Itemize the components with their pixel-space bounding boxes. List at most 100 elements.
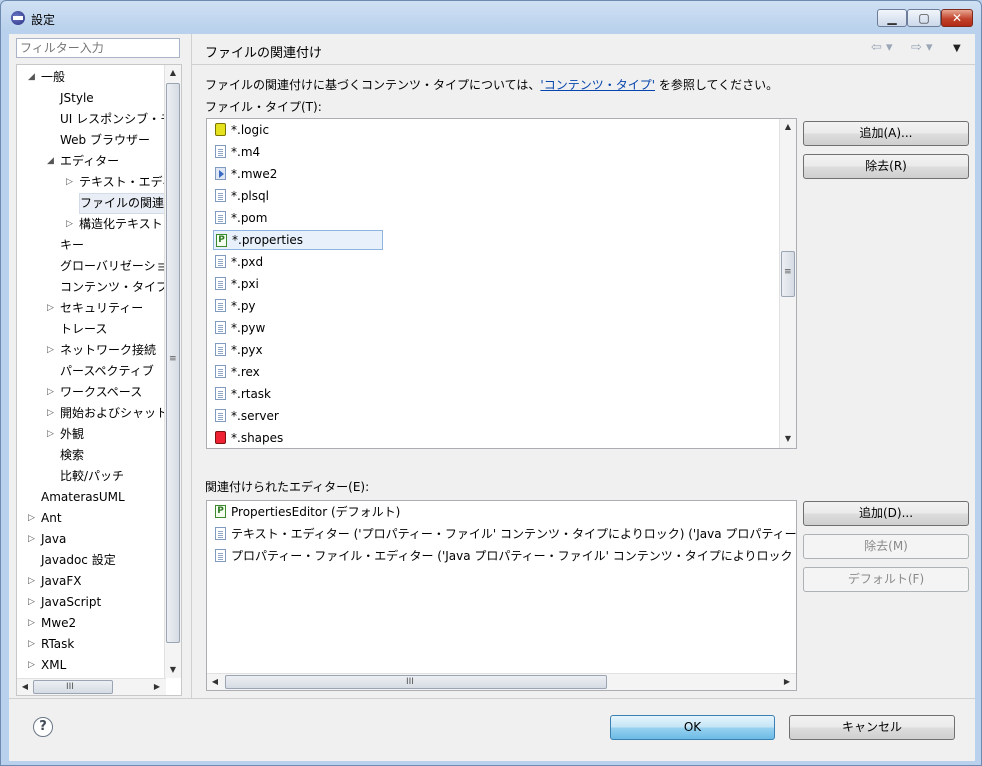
scroll-down-icon[interactable]: ▼ bbox=[165, 662, 181, 678]
tree-item[interactable]: ▷ Ant bbox=[28, 508, 62, 529]
tree-item[interactable]: ▷ テキスト・エディ bbox=[66, 172, 174, 193]
file-type-row[interactable]: *.pxi bbox=[213, 274, 259, 294]
scroll-up-icon[interactable]: ▲ bbox=[780, 119, 796, 135]
scroll-right-icon[interactable]: ▶ bbox=[779, 674, 795, 690]
tree-item[interactable]: Javadoc 設定 bbox=[41, 550, 116, 571]
tree-vscroll-thumb[interactable]: ≡ bbox=[166, 83, 180, 643]
tree-item[interactable]: ▷ JavaScript bbox=[28, 592, 101, 613]
expanded-twisty-icon[interactable]: ◢ bbox=[47, 151, 54, 172]
preferences-tree[interactable]: ◢ 一般 JStyle UI レスポンシブ・モ Web ブラウザー ◢ エディター ▷ テキスト… bbox=[16, 64, 182, 696]
tree-item[interactable]: UI レスポンシブ・モ bbox=[60, 109, 172, 130]
tree-item[interactable]: AmaterasUML bbox=[41, 487, 125, 508]
editor-row[interactable]: テキスト・エディター ('プロパティー・ファイル' コンテンツ・タイプによりロッ… bbox=[213, 524, 796, 544]
content-types-link[interactable]: 'コンテンツ・タイプ' bbox=[540, 78, 655, 92]
collapsed-twisty-icon[interactable]: ▷ bbox=[28, 634, 35, 655]
file-type-row[interactable]: *.m4 bbox=[213, 142, 260, 162]
tree-item[interactable]: コンテンツ・タイプ bbox=[60, 277, 168, 298]
collapsed-twisty-icon[interactable]: ▷ bbox=[66, 214, 73, 235]
scroll-up-icon[interactable]: ▲ bbox=[165, 65, 181, 81]
close-button[interactable]: ✕ bbox=[941, 9, 973, 27]
view-menu-icon[interactable]: ▼ bbox=[953, 43, 961, 54]
editors-hscroll-thumb[interactable]: III bbox=[225, 675, 607, 689]
collapsed-twisty-icon[interactable]: ▷ bbox=[28, 655, 35, 676]
collapsed-twisty-icon[interactable]: ▷ bbox=[47, 382, 54, 403]
default-editor-button[interactable]: デフォルト(F) bbox=[803, 567, 969, 592]
editors-horizontal-scrollbar[interactable]: ◀ III ▶ bbox=[207, 673, 796, 690]
tree-item[interactable]: ▷ RTask bbox=[28, 634, 74, 655]
cancel-button[interactable]: キャンセル bbox=[789, 715, 955, 740]
collapsed-twisty-icon[interactable]: ▷ bbox=[47, 403, 54, 424]
tree-item[interactable]: ▷ 開始およびシャット bbox=[47, 403, 168, 424]
tree-item[interactable]: JStyle bbox=[60, 88, 94, 109]
collapsed-twisty-icon[interactable]: ▷ bbox=[47, 424, 54, 445]
file-type-row[interactable]: *.shapes bbox=[213, 428, 283, 448]
filter-input[interactable] bbox=[16, 38, 180, 58]
tree-item[interactable]: 検索 bbox=[60, 445, 84, 466]
tree-item[interactable]: トレース bbox=[60, 319, 107, 340]
tree-item[interactable]: ▷ 構造化テキスト bbox=[66, 214, 163, 235]
minimize-button[interactable]: ▁ bbox=[877, 9, 907, 27]
tree-item[interactable]: パースペクティブ bbox=[60, 361, 154, 382]
title-bar[interactable]: 設定 ▁ ▢ ✕ bbox=[1, 1, 981, 35]
tree-horizontal-scrollbar[interactable]: ◀ III ▶ bbox=[17, 678, 166, 695]
collapsed-twisty-icon[interactable]: ▷ bbox=[28, 508, 35, 529]
associated-editors-list[interactable]: P PropertiesEditor (デフォルト) テキスト・エディター ('プロ… bbox=[206, 500, 797, 691]
collapsed-twisty-icon[interactable]: ▷ bbox=[28, 592, 35, 613]
file-types-list[interactable]: *.logic *.m4 *.mwe2 *.plsql *.pom P *.properti… bbox=[206, 118, 797, 449]
file-type-row[interactable]: *.rex bbox=[213, 362, 260, 382]
collapsed-twisty-icon[interactable]: ▷ bbox=[28, 613, 35, 634]
file-type-row[interactable]: *.py bbox=[213, 296, 256, 316]
add-editor-button[interactable]: 追加(D)... bbox=[803, 501, 969, 526]
maximize-button[interactable]: ▢ bbox=[907, 9, 941, 27]
file-type-row[interactable]: *.pyx bbox=[213, 340, 263, 360]
ok-button[interactable]: OK bbox=[610, 715, 775, 740]
tree-item[interactable]: ▷ XML bbox=[28, 655, 66, 676]
file-type-row[interactable]: *.plsql bbox=[213, 186, 269, 206]
file-type-row[interactable]: *.rtask bbox=[213, 384, 271, 404]
remove-file-type-button[interactable]: 除去(R) bbox=[803, 154, 969, 179]
tree-item[interactable]: Web ブラウザー bbox=[60, 130, 150, 151]
scroll-right-icon[interactable]: ▶ bbox=[149, 679, 165, 695]
tree-item[interactable]: ▷ ネットワーク接続 bbox=[47, 340, 156, 361]
tree-item[interactable]: ◢ 一般 bbox=[28, 67, 65, 88]
remove-editor-button[interactable]: 除去(M) bbox=[803, 534, 969, 559]
tree-hscroll-thumb[interactable]: III bbox=[33, 680, 113, 694]
file-types-vscroll-thumb[interactable]: ≡ bbox=[781, 251, 795, 297]
help-icon[interactable]: ? bbox=[33, 717, 53, 737]
tree-item[interactable]: グローバリゼーショ bbox=[60, 256, 168, 277]
panel-divider[interactable] bbox=[191, 34, 192, 698]
file-type-row[interactable]: *.server bbox=[213, 406, 279, 426]
collapsed-twisty-icon[interactable]: ▷ bbox=[47, 298, 54, 319]
file-type-row[interactable]: *.logic bbox=[213, 120, 269, 140]
collapsed-twisty-icon[interactable]: ▷ bbox=[66, 172, 73, 193]
file-type-row[interactable]: *.mwe2 bbox=[213, 164, 277, 184]
tree-item[interactable]: ◢ エディター bbox=[47, 151, 119, 172]
file-types-vertical-scrollbar[interactable]: ▲ ≡ ▼ bbox=[779, 119, 796, 448]
collapsed-twisty-icon[interactable]: ▷ bbox=[47, 340, 54, 361]
editor-row[interactable]: P PropertiesEditor (デフォルト) bbox=[213, 502, 400, 522]
add-file-type-button[interactable]: 追加(A)... bbox=[803, 121, 969, 146]
file-type-row[interactable]: *.pyw bbox=[213, 318, 265, 338]
tree-item[interactable]: ▷ セキュリティー bbox=[47, 298, 143, 319]
tree-item[interactable]: 比較/パッチ bbox=[60, 466, 124, 487]
expanded-twisty-icon[interactable]: ◢ bbox=[28, 67, 35, 88]
forward-nav-icon[interactable]: ⇨ ▾ bbox=[911, 40, 933, 55]
tree-item[interactable]: ファイルの関連付 bbox=[79, 193, 176, 214]
file-type-row[interactable]: *.pxd bbox=[213, 252, 263, 272]
tree-item[interactable]: ▷ Java bbox=[28, 529, 66, 550]
file-type-row[interactable]: P *.properties bbox=[213, 230, 383, 250]
back-nav-icon[interactable]: ⇦ ▾ bbox=[871, 40, 893, 55]
tree-item[interactable]: キー bbox=[60, 235, 84, 256]
scroll-left-icon[interactable]: ◀ bbox=[207, 674, 223, 690]
collapsed-twisty-icon[interactable]: ▷ bbox=[28, 529, 35, 550]
tree-item[interactable]: ▷ ワークスペース bbox=[47, 382, 142, 403]
collapsed-twisty-icon[interactable]: ▷ bbox=[28, 571, 35, 592]
file-type-row[interactable]: *.pom bbox=[213, 208, 267, 228]
editor-row[interactable]: プロパティー・ファイル・エディター ('Java プロパティー・ファイル' コン… bbox=[213, 546, 793, 566]
scroll-down-icon[interactable]: ▼ bbox=[780, 431, 796, 447]
tree-item[interactable]: ▷ Mwe2 bbox=[28, 613, 76, 634]
tree-vertical-scrollbar[interactable]: ▲ ≡ ▼ bbox=[164, 65, 181, 678]
scroll-left-icon[interactable]: ◀ bbox=[17, 679, 33, 695]
tree-item[interactable]: ▷ JavaFX bbox=[28, 571, 81, 592]
tree-item[interactable]: ▷ 外観 bbox=[47, 424, 84, 445]
